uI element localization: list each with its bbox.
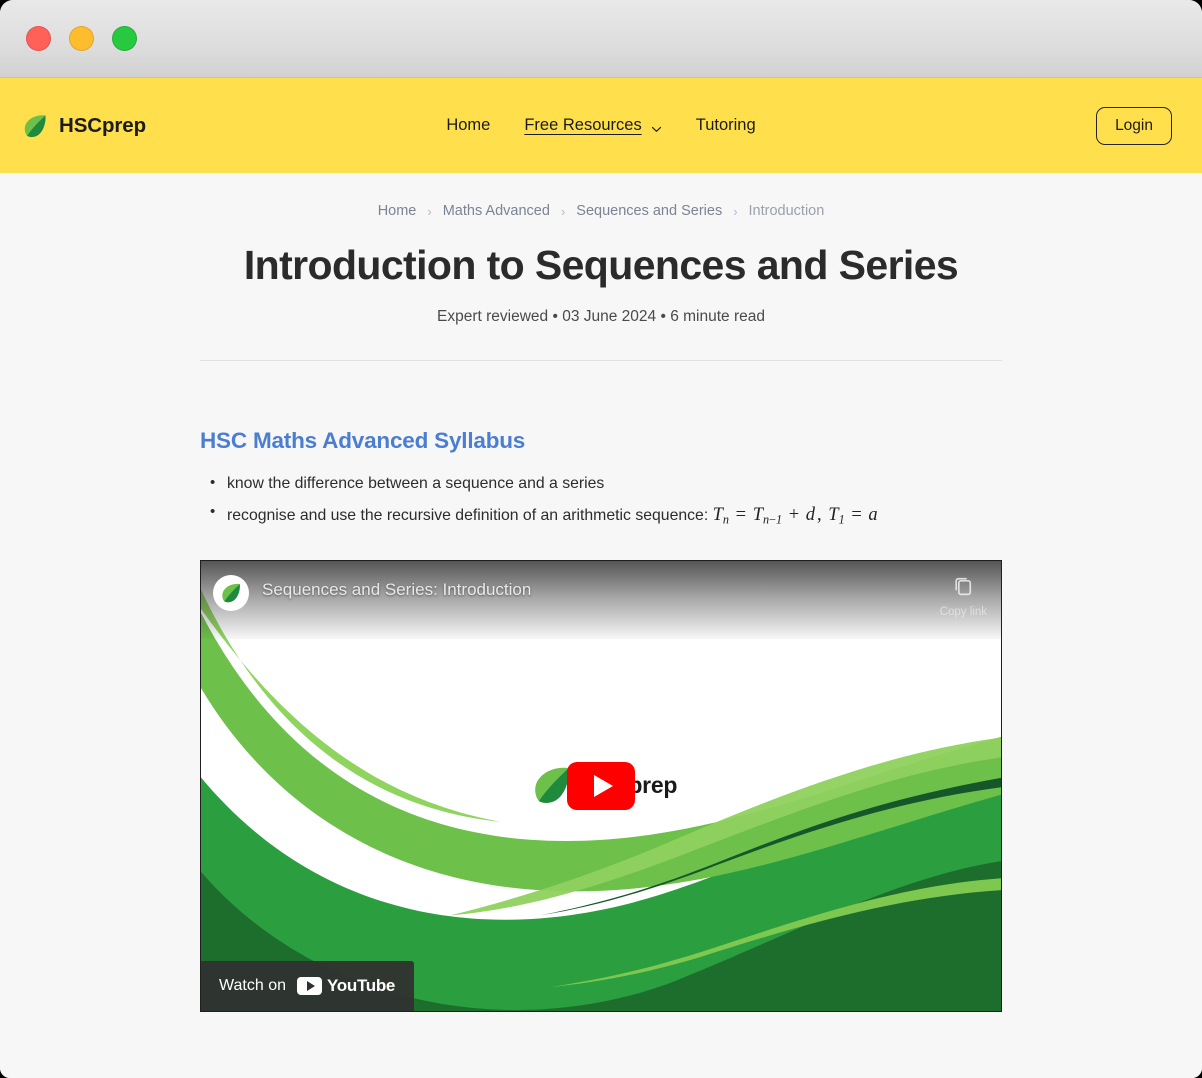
syllabus-item-text: recognise and use the recursive definiti… [227,507,713,524]
page-title: Introduction to Sequences and Series [200,243,1002,289]
copy-icon [951,573,976,603]
window-controls [26,26,137,51]
leaf-avatar-icon[interactable] [213,575,249,611]
youtube-video-embed[interactable]: HSCprep Sequences and Series: Introducti… [200,560,1002,1012]
list-item: recognise and use the recursive definiti… [227,501,1002,529]
nav-link-tutoring[interactable]: Tutoring [696,116,756,135]
watch-on-youtube-button[interactable]: Watch on YouTube [201,961,414,1011]
syllabus-heading: HSC Maths Advanced Syllabus [200,428,1002,454]
article-page: Home › Maths Advanced › Sequences and Se… [0,173,1202,1078]
watch-on-label: Watch on [219,977,286,995]
breadcrumb: Home › Maths Advanced › Sequences and Se… [200,197,1002,219]
copy-link-button[interactable]: Copy link [940,573,987,618]
syllabus-item-text: know the difference between a sequence a… [227,475,604,492]
article-content: Home › Maths Advanced › Sequences and Se… [200,197,1002,1078]
video-title[interactable]: Sequences and Series: Introduction [262,580,531,600]
breadcrumb-item-sequences-and-series[interactable]: Sequences and Series [576,203,722,219]
nav-link-free-resources-label: Free Resources [524,116,641,135]
content-divider [200,360,1002,361]
brand-name: HSCprep [59,114,146,138]
site-navbar: HSCprep Home Free Resources Tutoring Log… [0,78,1202,173]
browser-window: HSCprep Home Free Resources Tutoring Log… [0,0,1202,1078]
breadcrumb-separator-icon: › [427,204,431,219]
close-window-button[interactable] [26,26,51,51]
breadcrumb-separator-icon: › [733,204,737,219]
play-button-icon[interactable] [567,762,635,810]
leaf-icon [22,113,48,139]
youtube-play-triangle [307,981,315,991]
copy-link-label: Copy link [940,606,987,618]
youtube-badge [297,977,322,995]
minimize-window-button[interactable] [69,26,94,51]
maximize-window-button[interactable] [112,26,137,51]
chevron-down-icon [651,121,662,132]
breadcrumb-item-home[interactable]: Home [378,203,417,219]
login-button[interactable]: Login [1096,107,1172,145]
math-formula: Tn = Tn−1 + d, T1 = a [713,505,878,525]
nav-link-home[interactable]: Home [446,116,490,135]
youtube-wordmark: YouTube [327,976,395,996]
article-meta: Expert reviewed • 03 June 2024 • 6 minut… [200,308,1002,326]
list-item: know the difference between a sequence a… [227,472,1002,496]
nav-link-free-resources[interactable]: Free Resources [524,116,661,135]
play-triangle [594,775,613,797]
navbar-links: Home Free Resources Tutoring [0,116,1202,135]
breadcrumb-separator-icon: › [561,204,565,219]
brand-logo-link[interactable]: HSCprep [22,113,146,139]
breadcrumb-item-introduction: Introduction [749,203,825,219]
youtube-icon: YouTube [297,976,395,996]
page-viewport: HSCprep Home Free Resources Tutoring Log… [0,78,1202,1078]
syllabus-list: know the difference between a sequence a… [200,472,1002,529]
video-top-overlay: Sequences and Series: Introduction Copy … [201,561,1001,639]
breadcrumb-item-maths-advanced[interactable]: Maths Advanced [443,203,550,219]
window-titlebar [0,0,1202,78]
